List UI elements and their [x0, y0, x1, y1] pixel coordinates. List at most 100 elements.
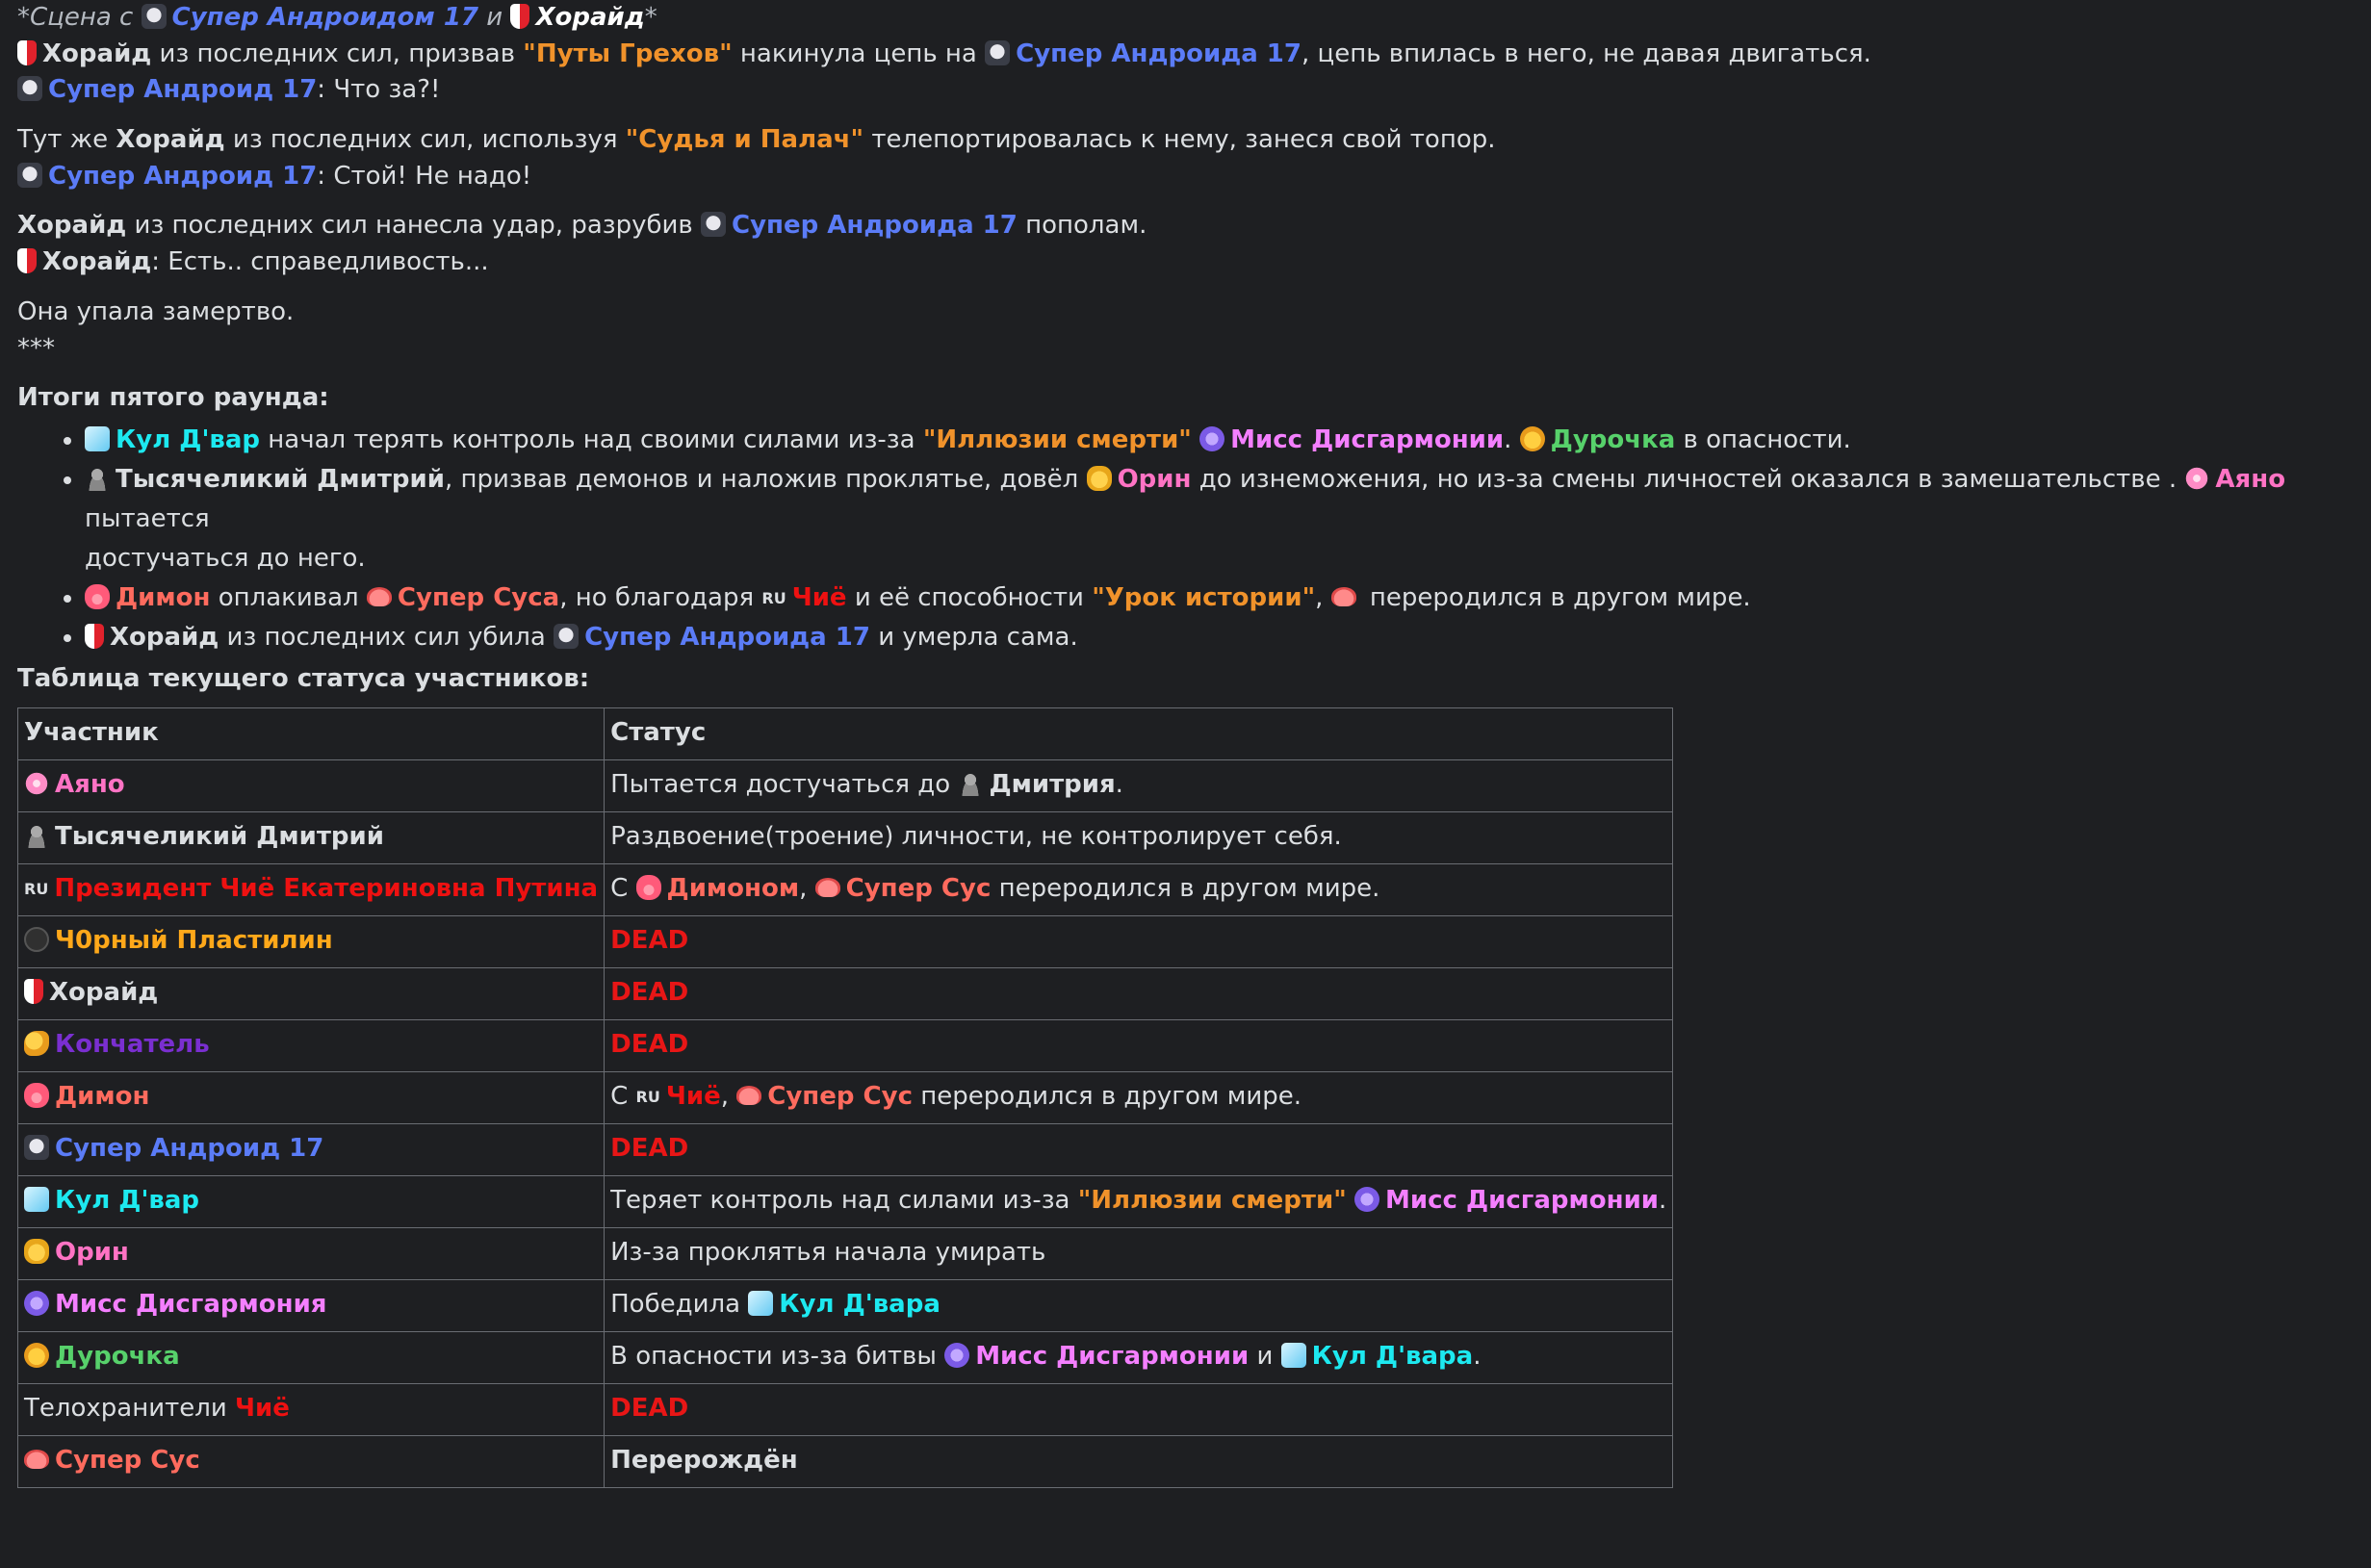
status-badge: DEAD: [604, 1382, 1674, 1436]
kul-mention[interactable]: Кул Д'вар: [116, 425, 260, 454]
story-text: из последних сил, используя: [232, 125, 618, 155]
android-mention[interactable]: Супер Андроид 17: [55, 1134, 323, 1163]
orin-mention[interactable]: Орин: [55, 1238, 129, 1267]
status-text: С: [610, 874, 629, 904]
status-text: ,: [799, 874, 808, 904]
shield-icon: [510, 4, 530, 29]
chie-mention[interactable]: Чиё: [235, 1394, 290, 1423]
robot-icon: [24, 1135, 49, 1161]
skill-name: "Судья и Палач": [625, 125, 864, 155]
table-row: Аяно Пытается достучаться до Дмитрия.: [16, 758, 1674, 812]
kul-mention[interactable]: Кул Д'вар: [55, 1186, 199, 1215]
status-text: Перерождён: [610, 1446, 798, 1476]
status-text: .: [1659, 1186, 1667, 1216]
android-mention[interactable]: Супер Андроид 17: [48, 162, 317, 191]
skill-name: "Урок истории": [1092, 582, 1316, 612]
kul-mention[interactable]: Кул Д'вара: [1312, 1342, 1474, 1371]
status-text: В опасности из-за битвы: [610, 1342, 937, 1372]
story-text: телепортировалась к нему, занеся свой то…: [871, 125, 1496, 155]
android-mention[interactable]: Супер Андроида 17: [1016, 39, 1301, 68]
android-mention[interactable]: Супер Андроида 17: [584, 623, 870, 652]
ayano-mention[interactable]: Аяно: [2215, 465, 2285, 494]
dimon-mention[interactable]: Димон: [55, 1082, 149, 1111]
participant-cell: Хорайд: [16, 966, 606, 1020]
ice-cube-icon: [748, 1291, 774, 1317]
sus-mention[interactable]: Супер Сус: [846, 874, 992, 903]
android-mention[interactable]: Супер Андроида 17: [732, 211, 1018, 240]
flag-ru-icon: RU: [24, 880, 49, 899]
dimon-mention[interactable]: Димон: [116, 583, 210, 612]
horaid-name: Хорайд: [42, 39, 152, 68]
participant-cell: Димон: [16, 1070, 606, 1124]
president-mention[interactable]: Президент Чиё Екатериновна Путина: [54, 874, 598, 903]
result-text: в опасности.: [1683, 424, 1851, 454]
shield-icon: [24, 979, 43, 1005]
participant-cell: Тысячеликий Дмитрий: [16, 810, 606, 864]
plasticine-mention[interactable]: Ч0рный Пластилин: [55, 926, 333, 955]
result-text: .: [1504, 424, 1512, 454]
result-text: из последних сил убила: [226, 622, 546, 652]
sus-mention[interactable]: Супер Суса: [398, 583, 559, 612]
ayano-mention[interactable]: Аяно: [55, 770, 125, 799]
dimon-mention[interactable]: Димоном: [667, 874, 800, 903]
brain-icon: [24, 1450, 49, 1470]
story-line-5: Хорайд из последних сил нанесла удар, ра…: [17, 208, 2354, 244]
participant-cell: Супер Андроид 17: [16, 1122, 606, 1176]
cherry-blossom-icon: [2184, 465, 2210, 491]
kid-mention[interactable]: Дурочка: [1551, 425, 1676, 454]
status-text: ,: [720, 1082, 729, 1112]
sus-mention[interactable]: Супер Сус: [55, 1446, 200, 1475]
table-row: Орин Из-за проклятья начала умирать: [16, 1226, 1674, 1280]
story-text: , цепь впилась в него, не давая двигатьс…: [1301, 39, 1871, 68]
horaid-mention[interactable]: Хорайд: [535, 3, 644, 32]
result-text: пытается: [85, 503, 210, 533]
miss-mention[interactable]: Мисс Дисгармония: [55, 1290, 326, 1319]
table-row: Кул Д'вар Теряет контроль над силами из-…: [16, 1174, 1674, 1228]
robot-icon: [17, 162, 42, 188]
chie-mention[interactable]: Чиё: [792, 583, 847, 612]
robot-icon: [554, 623, 580, 649]
status-badge: DEAD: [604, 1122, 1674, 1176]
results-heading-text: Итоги пятого раунда:: [17, 383, 329, 413]
horaid-name: Хорайд: [116, 125, 225, 155]
orin-mention[interactable]: Орин: [1118, 465, 1192, 494]
miss-mention[interactable]: Мисс Дисгармонии: [1230, 425, 1504, 454]
status-text: Теряет контроль над силами из-за: [610, 1186, 1070, 1216]
status-cell: Перерождён: [604, 1434, 1674, 1488]
table-row: RU Президент Чиё Екатериновна Путина С Ди…: [16, 862, 1674, 916]
brain-icon: [366, 586, 392, 606]
table-row: Дурочка В опасности из-за битвы Мисс Дис…: [16, 1330, 1674, 1384]
status-text: переродился в другом мире.: [998, 874, 1380, 904]
kul-mention[interactable]: Кул Д'вара: [779, 1290, 941, 1319]
kid-mention[interactable]: Дурочка: [55, 1342, 180, 1371]
dmitry-name: Тысячеликий Дмитрий: [55, 822, 384, 852]
story-text: : Стой! Не надо!: [317, 161, 532, 191]
bust-silhouette-icon: [958, 771, 984, 797]
table-row: Хорайд DEAD: [16, 966, 1674, 1020]
column-header-status: Статус: [604, 707, 1674, 760]
status-text: Пытается достучаться до: [610, 770, 951, 800]
column-header-participant: Участник: [16, 707, 606, 760]
sus-mention[interactable]: Супер Сус: [767, 1082, 913, 1111]
shield-icon: [17, 248, 37, 274]
table-heading: Таблица текущего статуса участников:: [17, 661, 2354, 698]
miss-mention[interactable]: Мисс Дисгармонии: [1385, 1186, 1659, 1215]
android-mention[interactable]: Супер Андроид 17: [48, 75, 317, 104]
table-row: Телохранители Чиё DEAD: [16, 1382, 1674, 1436]
brain-icon: [736, 1086, 762, 1106]
story-text: из последних сил нанесла удар, разрубив: [134, 211, 693, 241]
android-mention[interactable]: Супер Андроидом 17: [172, 3, 478, 32]
finisher-mention[interactable]: Кончатель: [55, 1030, 210, 1059]
miss-mention[interactable]: Мисс Дисгармонии: [975, 1342, 1249, 1371]
ice-cube-icon: [85, 425, 110, 451]
table-row: Тысячеликий Дмитрий Раздвоение(троение) …: [16, 810, 1674, 864]
dmitry-name: Дмитрия: [989, 770, 1116, 800]
result-text: и её способности: [854, 582, 1084, 612]
story-text: Тут же: [17, 125, 109, 155]
chie-mention[interactable]: Чиё: [666, 1082, 721, 1111]
status-table: Участник Статус Аяно Пытается достучатьс…: [16, 707, 1674, 1488]
list-item: Хорайд из последних сил убила Супер Андр…: [85, 618, 2354, 657]
dmitry-name: Тысячеликий Дмитрий: [116, 464, 445, 494]
table-header-row: Участник Статус: [16, 707, 1674, 760]
story-line-2: Супер Андроид 17: Что за?!: [17, 72, 2354, 109]
